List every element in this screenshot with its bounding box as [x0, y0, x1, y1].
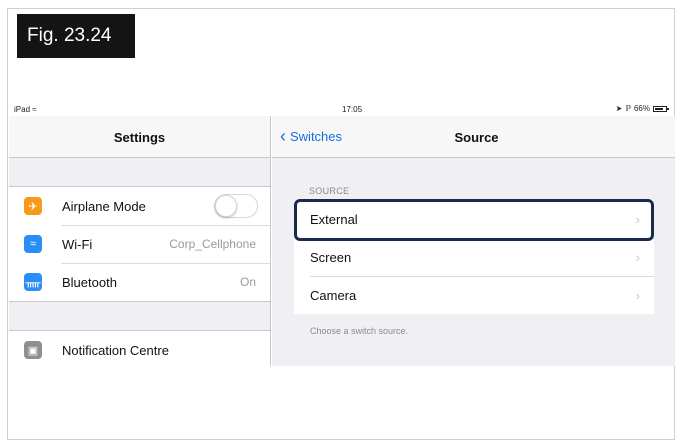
settings-row-notification-centre[interactable]: ▣ Notification Centre	[9, 331, 270, 369]
device-name: iPad	[14, 105, 31, 114]
figure-label: Fig. 23.24	[17, 14, 135, 58]
bluetooth-icon: ᚅ	[24, 273, 42, 291]
location-icon: ➤	[615, 104, 623, 113]
settings-row-wifi[interactable]: ≈ Wi-Fi Corp_Cellphone	[9, 225, 270, 263]
source-option-screen[interactable]: Screen ›	[294, 238, 654, 276]
chevron-right-icon: ›	[635, 211, 640, 227]
option-label: Screen	[310, 249, 352, 265]
option-label: External	[310, 211, 358, 227]
airplane-mode-toggle[interactable]	[214, 194, 258, 218]
chevron-right-icon: ›	[635, 249, 640, 265]
settings-pane: Settings ✈ Airplane Mode ≈ Wi-Fi Corp_Ce…	[9, 116, 271, 369]
chevron-right-icon: ›	[635, 287, 640, 303]
notification-centre-icon: ▣	[24, 341, 42, 359]
settings-group-notifications: ▣ Notification Centre	[9, 330, 270, 369]
status-time: 17:05	[342, 105, 363, 114]
source-option-camera[interactable]: Camera ›	[294, 276, 654, 314]
option-label: Camera	[310, 287, 357, 303]
settings-group-connectivity: ✈ Airplane Mode ≈ Wi-Fi Corp_Cellphone ᚅ…	[9, 186, 270, 302]
bluetooth-value: On	[239, 275, 256, 289]
wifi-icon: ≈	[24, 235, 42, 253]
wifi-network-value: Corp_Cellphone	[169, 237, 256, 251]
wifi-signal-icon: ≈	[32, 105, 37, 114]
battery-percent: 66%	[633, 104, 650, 113]
source-pane: ‹ Switches Source SOURCE External › Scre…	[272, 116, 675, 366]
source-nav-bar: ‹ Switches Source	[272, 116, 675, 158]
source-option-external[interactable]: External ›	[294, 200, 654, 238]
footer-note: Choose a switch source.	[310, 326, 409, 336]
row-label: Notification Centre	[62, 342, 169, 358]
settings-row-airplane-mode[interactable]: ✈ Airplane Mode	[9, 187, 270, 225]
bluetooth-status-icon: ℙ	[625, 104, 631, 113]
battery-icon	[653, 105, 669, 112]
settings-title: Settings	[9, 116, 270, 158]
toggle-knob	[215, 195, 237, 217]
airplane-icon: ✈	[24, 197, 42, 215]
settings-row-bluetooth[interactable]: ᚅ Bluetooth On	[9, 263, 270, 301]
source-title: Source	[454, 130, 499, 145]
source-options-list: External › Screen › Camera ›	[294, 200, 654, 314]
status-right: ➤ ℙ 66%	[615, 104, 669, 113]
row-label: Airplane Mode	[62, 198, 146, 214]
row-label: Bluetooth	[62, 274, 117, 290]
status-bar: iPad ≈ 17:05 ➤ ℙ 66%	[9, 100, 675, 116]
section-header: SOURCE	[309, 186, 350, 196]
row-label: Wi-Fi	[62, 236, 93, 252]
status-device: iPad ≈	[14, 105, 37, 114]
